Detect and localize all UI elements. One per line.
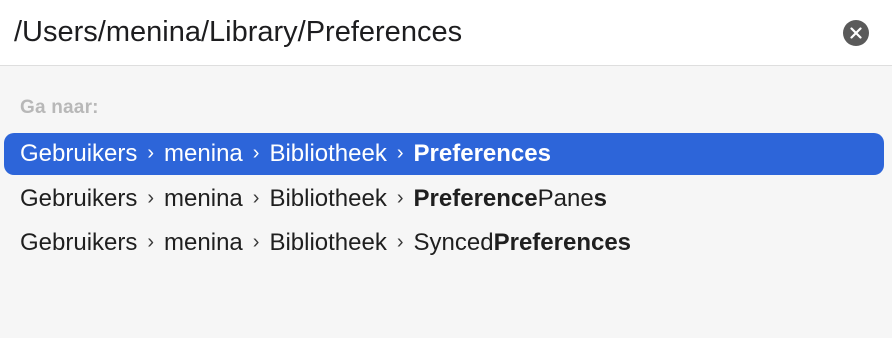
path-segment-last: PreferencePanes	[414, 185, 608, 213]
last-pre: Synced	[413, 229, 494, 256]
last-mid: Pane	[537, 185, 594, 212]
suggestion-row[interactable]: Gebruikers › menina › Bibliotheek › Pref…	[4, 133, 884, 175]
chevron-right-icon: ›	[252, 230, 260, 253]
chevron-right-icon: ›	[147, 186, 155, 209]
suggestion-row[interactable]: Gebruikers › menina › Bibliotheek › Sync…	[4, 222, 884, 264]
chevron-right-icon: ›	[396, 186, 404, 209]
chevron-right-icon: ›	[396, 141, 404, 164]
path-segment: Gebruikers	[20, 140, 138, 167]
path-segment-last: SyncedPreferences	[414, 229, 632, 257]
match-highlight: s	[593, 185, 608, 212]
chevron-right-icon: ›	[147, 141, 155, 164]
section-label: Ga naar:	[20, 97, 99, 118]
chevron-right-icon: ›	[396, 230, 404, 253]
path-input[interactable]	[14, 10, 814, 54]
path-segment: Gebruikers	[20, 229, 138, 256]
match-highlight: Preference	[413, 185, 538, 212]
clear-icon[interactable]	[843, 20, 869, 46]
path-bar	[0, 0, 892, 66]
path-segment: menina	[164, 140, 243, 167]
chevron-right-icon: ›	[252, 141, 260, 164]
match-highlight: Preferences	[413, 140, 551, 167]
go-to-folder-panel: Ga naar: Gebruikers › menina › Bibliothe…	[0, 0, 892, 338]
path-segment: Bibliotheek	[269, 185, 387, 212]
path-segment: Bibliotheek	[269, 229, 387, 256]
chevron-right-icon: ›	[147, 230, 155, 253]
path-segment-last: Preferences	[414, 140, 551, 168]
path-segment: Gebruikers	[20, 185, 138, 212]
path-segment: Bibliotheek	[269, 140, 387, 167]
match-highlight: Preferences	[493, 229, 632, 256]
suggestion-row[interactable]: Gebruikers › menina › Bibliotheek › Pref…	[4, 178, 884, 220]
path-segment: menina	[164, 229, 243, 256]
path-segment: menina	[164, 185, 243, 212]
chevron-right-icon: ›	[252, 186, 260, 209]
